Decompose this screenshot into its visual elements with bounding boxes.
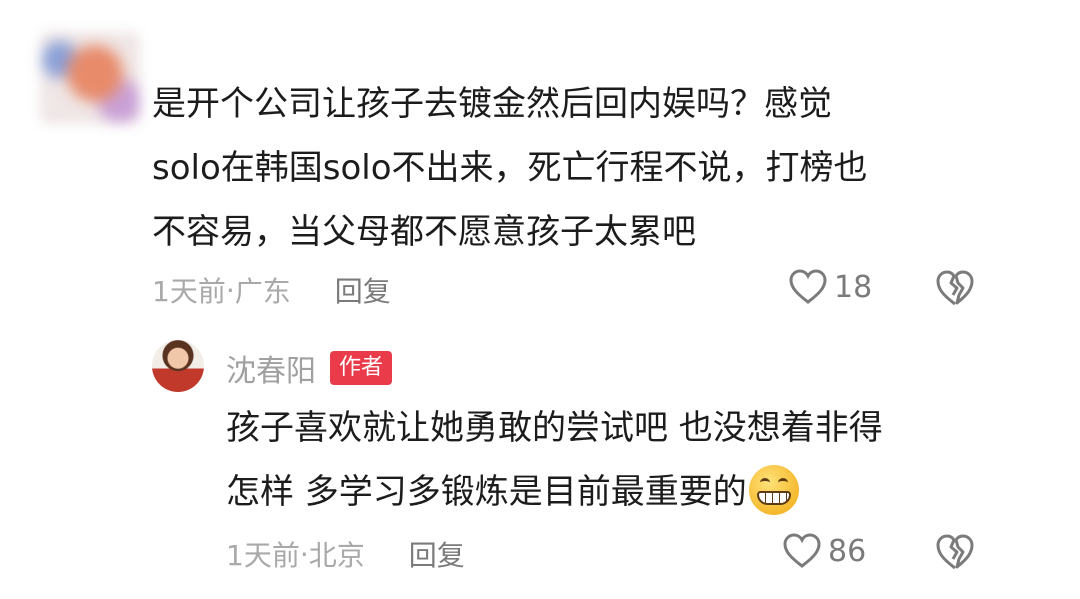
reply-meta: 1天前 · 北京 回复 — [226, 534, 465, 574]
heart-outline-icon — [789, 269, 827, 304]
like-button[interactable]: 18 — [788, 268, 872, 306]
meta-separator: · — [225, 273, 235, 307]
reply-location: 北京 — [308, 539, 365, 572]
dislike-button[interactable] — [934, 268, 976, 312]
reply-like-button[interactable]: 86 — [782, 532, 866, 570]
reply-like-count: 86 — [828, 533, 867, 569]
broken-heart-icon — [936, 534, 974, 570]
like-count: 18 — [834, 269, 873, 305]
meta-separator: · — [299, 537, 309, 571]
reply-text: 孩子喜欢就让她勇敢的尝试吧 也没想着非得 怎样 多学习多锻炼是目前最重要的 — [226, 396, 986, 524]
author-avatar[interactable] — [152, 340, 204, 392]
heart-outline-icon — [783, 533, 821, 568]
author-name[interactable]: 沈春阳 — [226, 346, 316, 390]
reply-button[interactable]: 回复 — [335, 270, 391, 310]
comment-location: 广东 — [234, 275, 291, 308]
reply-time: 1天前 — [226, 539, 300, 572]
grinning-face-emoji-icon — [748, 464, 799, 515]
comment-text: 是开个公司让孩子去镀金然后回内娱吗？感觉 solo在韩国solo不出来，死亡行程… — [152, 84, 868, 252]
broken-heart-icon — [936, 270, 974, 306]
comment-time: 1天前 — [152, 275, 226, 308]
commenter-avatar[interactable] — [40, 32, 140, 124]
comment-meta: 1天前 · 广东 回复 — [152, 270, 391, 310]
author-badge: 作者 — [330, 351, 393, 385]
reply-dislike-button[interactable] — [934, 532, 976, 576]
author-row: 沈春阳 作者 — [226, 346, 393, 390]
reply-reply-button[interactable]: 回复 — [409, 534, 465, 574]
